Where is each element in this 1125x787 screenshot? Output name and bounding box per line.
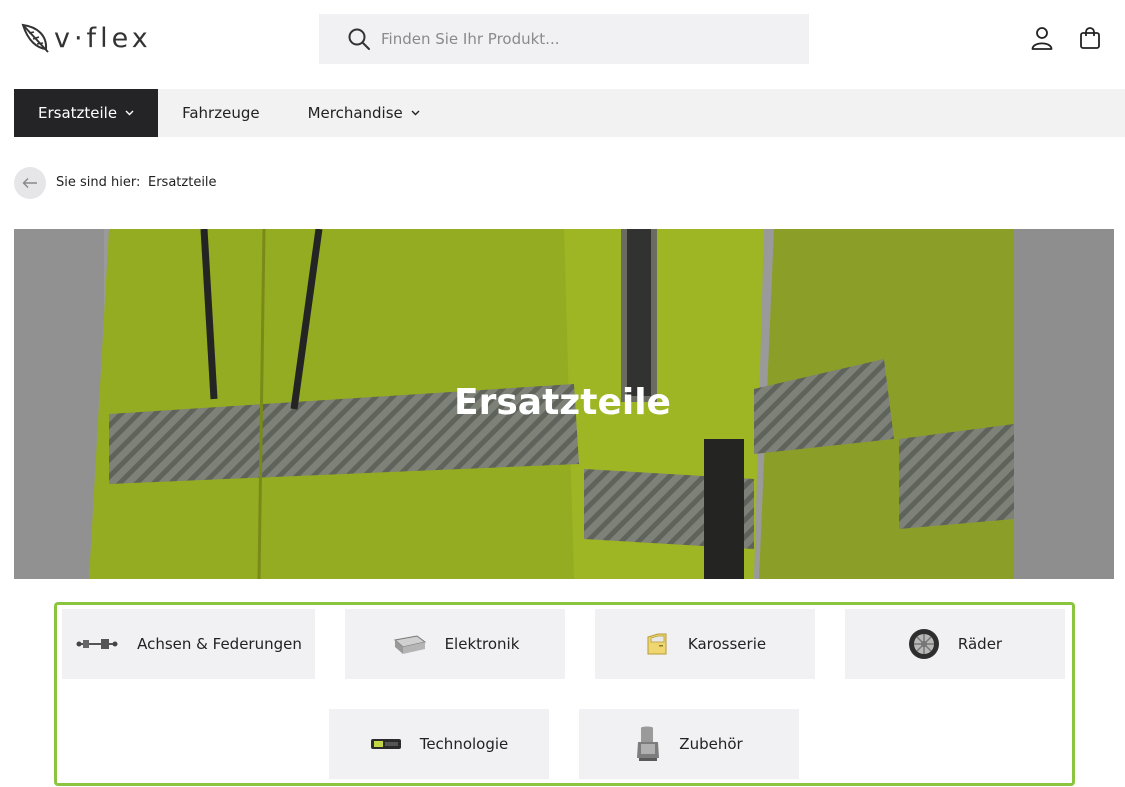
category-label: Karosserie: [687, 635, 767, 653]
back-button[interactable]: [14, 167, 46, 199]
nav-item-label: Fahrzeuge: [182, 104, 260, 122]
nav-item-ersatzteile[interactable]: Ersatzteile: [14, 89, 159, 137]
electronics-module-icon: [393, 635, 426, 654]
hero-title: Ersatzteile: [454, 382, 671, 423]
chevron-down-icon: [411, 110, 420, 116]
category-raeder[interactable]: Räder: [845, 609, 1065, 679]
chevron-down-icon: [125, 110, 134, 116]
search-input[interactable]: [381, 30, 781, 48]
wheel-icon: [908, 629, 939, 659]
main-navigation: Ersatzteile Fahrzeuge Merchandise: [14, 89, 1125, 137]
category-zubehoer[interactable]: Zubehör: [579, 709, 799, 779]
nav-item-merchandise[interactable]: Merchandise: [284, 89, 444, 137]
shopping-bag-icon[interactable]: [1078, 26, 1102, 50]
category-elektronik[interactable]: Elektronik: [345, 609, 565, 679]
category-label: Elektronik: [444, 635, 520, 653]
category-label: Technologie: [419, 735, 509, 753]
nav-item-label: Merchandise: [307, 104, 403, 122]
nav-item-fahrzeuge[interactable]: Fahrzeuge: [158, 89, 283, 137]
leaf-logo-icon: [21, 23, 49, 53]
brand-name: v·flex: [54, 22, 152, 54]
search-bar[interactable]: [319, 14, 809, 64]
child-seat-icon: [637, 726, 660, 761]
category-achsen-federungen[interactable]: Achsen & Federungen: [62, 609, 315, 679]
nav-item-label: Ersatzteile: [38, 104, 118, 122]
category-label: Zubehör: [679, 735, 743, 753]
car-door-icon: [647, 633, 667, 655]
breadcrumb-label: Sie sind hier:: [56, 175, 141, 190]
category-technologie[interactable]: Technologie: [329, 709, 549, 779]
arrow-left-icon: [22, 178, 37, 188]
brand-logo[interactable]: v·flex: [20, 20, 152, 56]
display-device-icon: [370, 739, 401, 749]
category-label: Achsen & Federungen: [137, 635, 302, 653]
axle-icon: [76, 639, 118, 649]
user-icon[interactable]: [1030, 26, 1054, 50]
breadcrumb-current[interactable]: Ersatzteile: [148, 175, 217, 190]
search-icon[interactable]: [347, 27, 371, 51]
category-karosserie[interactable]: Karosserie: [595, 609, 815, 679]
category-label: Räder: [957, 635, 1003, 653]
